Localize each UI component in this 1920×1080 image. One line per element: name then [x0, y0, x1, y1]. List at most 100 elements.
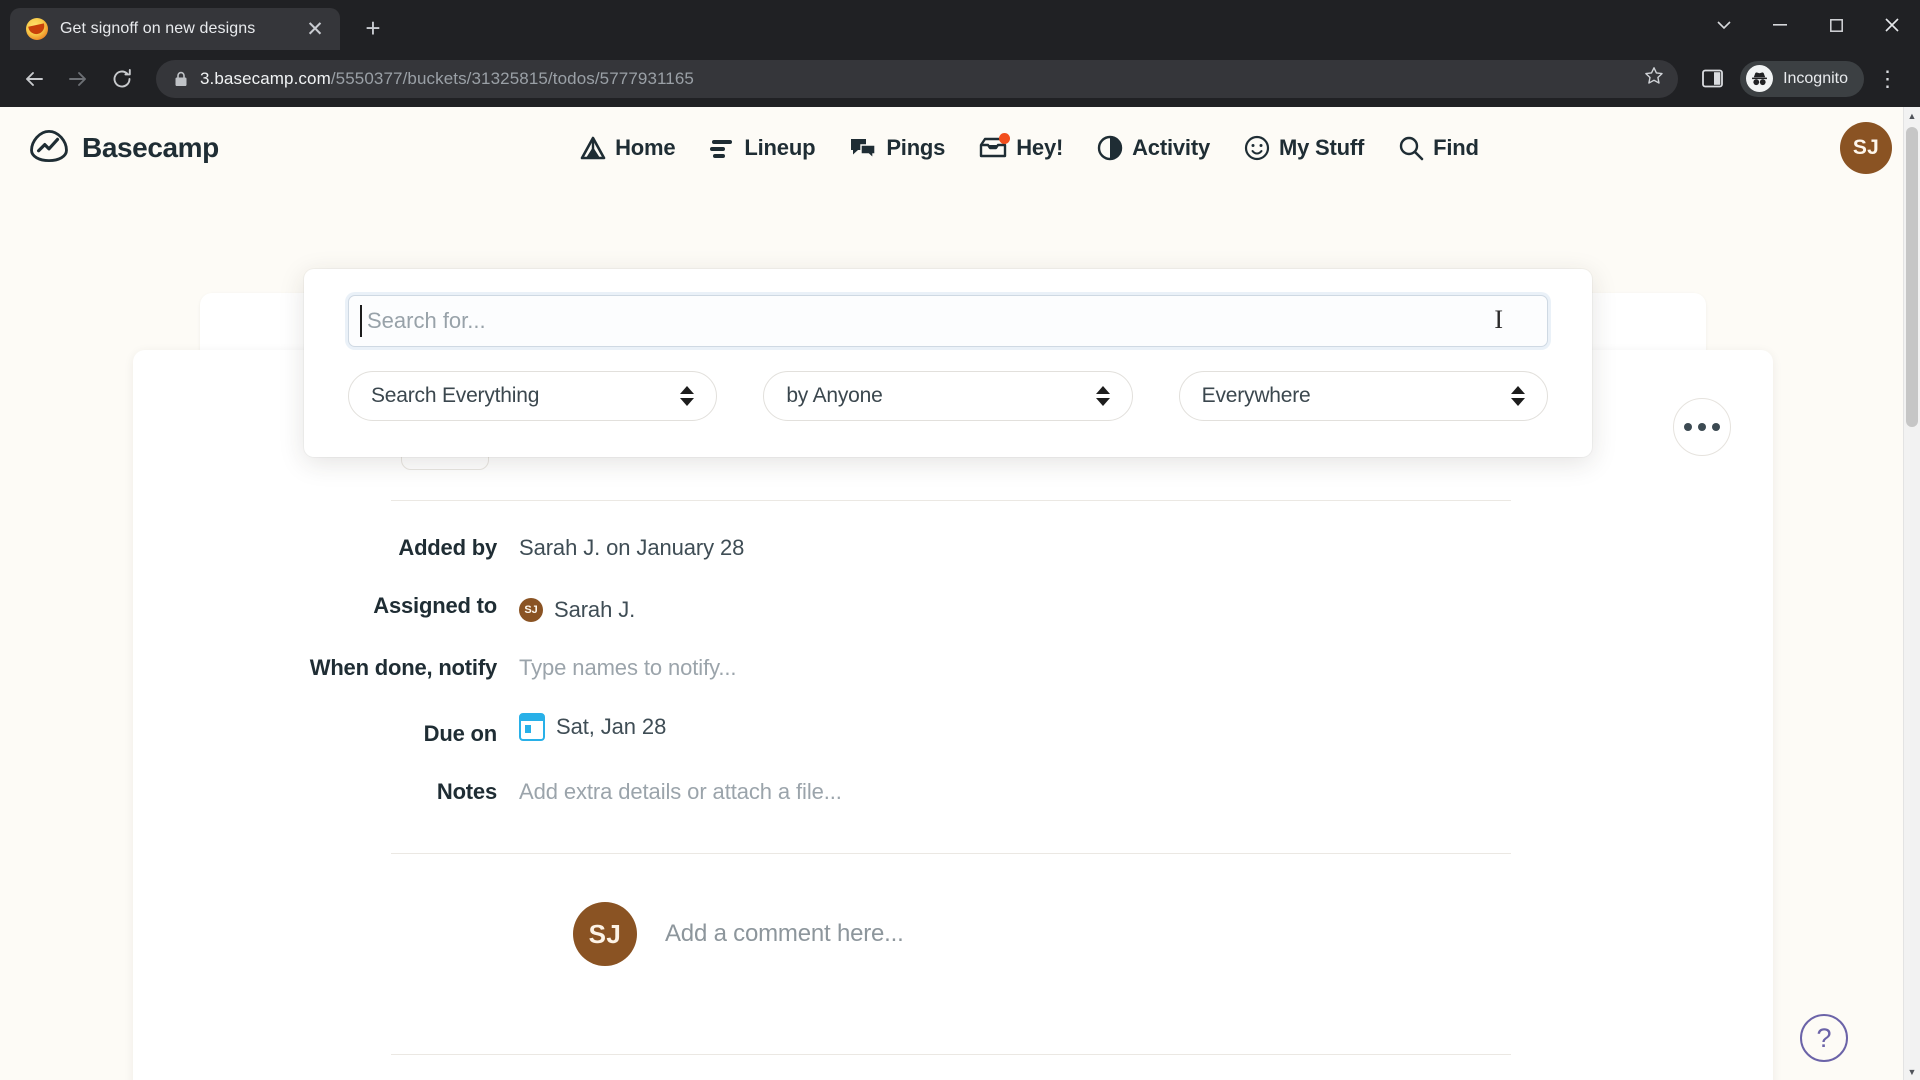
help-button[interactable]: ?: [1800, 1014, 1848, 1062]
reload-button-icon[interactable]: [102, 59, 142, 99]
search-author-select[interactable]: by Anyone: [763, 371, 1133, 421]
window-controls: [1696, 0, 1920, 50]
nav-label: Hey!: [1016, 135, 1064, 160]
back-button-icon[interactable]: [14, 59, 54, 99]
text-cursor-caret: [360, 305, 362, 337]
field-notify: When done, notify Type names to notify..…: [133, 655, 1773, 681]
scroll-up-arrow-icon[interactable]: ▲: [1904, 107, 1920, 124]
tab-title: Get signoff on new designs: [60, 20, 256, 37]
comment-avatar: SJ: [573, 902, 637, 966]
side-panel-icon[interactable]: [1692, 59, 1732, 99]
incognito-indicator[interactable]: Incognito: [1740, 60, 1864, 97]
nav-label: Lineup: [744, 135, 816, 160]
todo-more-options-button[interactable]: [1673, 398, 1731, 456]
url-path: /5550377/buckets/31325815/todos/57779311…: [330, 68, 694, 88]
page-viewport: Basecamp Home Lineup Pings Hey! Activity…: [0, 107, 1920, 1080]
assignee-name: Sarah J.: [554, 597, 636, 622]
field-assigned-to: Assigned to SJ Sarah J.: [133, 593, 1773, 623]
window-minimize-button[interactable]: [1752, 2, 1808, 48]
nav-item-hey[interactable]: Hey!: [979, 133, 1064, 161]
inbox-tray-icon: [979, 133, 1011, 160]
nav-item-find[interactable]: Find: [1398, 135, 1479, 161]
field-value[interactable]: SJ Sarah J.: [519, 597, 635, 623]
basecamp-wordmark: Basecamp: [82, 132, 219, 163]
nav-item-my-stuff[interactable]: My Stuff: [1244, 135, 1364, 161]
search-scope-select[interactable]: Search Everything: [348, 371, 718, 421]
incognito-icon: [1746, 65, 1774, 92]
scrollbar-thumb[interactable]: [1906, 127, 1918, 427]
home-tent-icon: [580, 136, 606, 160]
search-input[interactable]: [348, 295, 1548, 347]
chevron-updown-icon: [680, 386, 695, 406]
new-tab-button[interactable]: +: [354, 9, 392, 47]
comment-input-placeholder[interactable]: Add a comment here...: [665, 920, 904, 948]
calendar-icon: [519, 713, 545, 741]
dot: [1698, 423, 1706, 431]
nav-item-pings[interactable]: Pings: [849, 135, 945, 161]
notes-input[interactable]: Add extra details or attach a file...: [519, 779, 842, 805]
lock-icon: [174, 71, 188, 87]
scroll-down-arrow-icon[interactable]: ▼: [1904, 1063, 1920, 1080]
basecamp-logo[interactable]: Basecamp: [28, 129, 219, 168]
divider: [391, 1054, 1511, 1055]
forward-button-icon[interactable]: [58, 59, 98, 99]
search-input-wrap: I: [348, 295, 1548, 347]
chevron-updown-icon: [1095, 386, 1110, 406]
nav-item-home[interactable]: Home: [580, 135, 676, 161]
due-date-text: Sat, Jan 28: [556, 714, 667, 739]
field-label: When done, notify: [309, 655, 497, 680]
smiley-face-icon: [1244, 135, 1270, 161]
nav-label: Pings: [886, 135, 946, 160]
tab-close-icon[interactable]: ✕: [302, 16, 328, 42]
window-close-button[interactable]: [1864, 2, 1920, 48]
nav-label: Find: [1433, 135, 1479, 160]
browser-toolbar: 3.basecamp.com/5550377/buckets/31325815/…: [0, 50, 1920, 107]
bookmark-star-icon[interactable]: [1644, 66, 1664, 91]
field-notes: Notes Add extra details or attach a file…: [133, 779, 1773, 805]
search-scope-value: Search Everything: [371, 384, 540, 407]
browser-chrome: Get signoff on new designs ✕ + 3.basecam…: [0, 0, 1920, 107]
field-label: Added by: [398, 535, 497, 560]
browser-menu-icon[interactable]: ⋮: [1868, 59, 1908, 99]
dot: [1684, 423, 1692, 431]
mouse-ibeam-cursor: I: [1494, 305, 1503, 334]
notify-placeholder: Type names to notify...: [519, 655, 737, 680]
search-place-value: Everywhere: [1201, 384, 1311, 407]
chat-bubbles-icon: [849, 136, 877, 160]
tab-search-chevron-icon[interactable]: [1696, 2, 1752, 48]
user-avatar[interactable]: SJ: [1840, 122, 1892, 174]
add-comment-row[interactable]: SJ Add a comment here...: [133, 854, 1773, 966]
nav-item-lineup[interactable]: Lineup: [709, 135, 816, 161]
primary-nav: Home Lineup Pings Hey! Activity My Stuff…: [219, 133, 1840, 161]
incognito-label: Incognito: [1783, 69, 1848, 87]
nav-label: Home: [615, 135, 676, 160]
todo-fields: Added by Sarah J. on January 28 Assigned…: [133, 501, 1773, 805]
search-filters: Search Everything by Anyone Everywhere: [348, 371, 1548, 421]
lineup-bars-icon: [709, 137, 735, 159]
field-label: Notes: [436, 779, 497, 804]
field-label: Assigned to: [373, 593, 497, 618]
field-added-by: Added by Sarah J. on January 28: [133, 535, 1773, 561]
todo-detail-card: Complete Get signoff on new designs Adde…: [133, 350, 1773, 1080]
field-due-on: Due on Sat, Jan 28: [133, 713, 1773, 747]
nav-label: My Stuff: [1278, 135, 1365, 160]
notify-input[interactable]: Type names to notify...: [519, 655, 737, 681]
magnifier-icon: [1398, 135, 1424, 161]
tab-strip: Get signoff on new designs ✕ +: [0, 0, 1920, 50]
nav-item-activity[interactable]: Activity: [1097, 135, 1210, 161]
nav-label: Activity: [1132, 135, 1210, 160]
browser-tab[interactable]: Get signoff on new designs ✕: [10, 8, 340, 50]
dot: [1712, 423, 1720, 431]
address-bar[interactable]: 3.basecamp.com/5550377/buckets/31325815/…: [156, 59, 1679, 98]
search-place-select[interactable]: Everywhere: [1178, 371, 1548, 421]
field-value[interactable]: Sat, Jan 28: [519, 713, 666, 741]
search-author-value: by Anyone: [786, 384, 883, 407]
assignee-avatar: SJ: [519, 598, 543, 622]
basecamp-mark-icon: [28, 129, 70, 168]
url-domain: 3.basecamp.com: [200, 68, 331, 88]
window-maximize-button[interactable]: [1808, 2, 1864, 48]
url-text: 3.basecamp.com/5550377/buckets/31325815/…: [200, 69, 1632, 89]
page-scrollbar[interactable]: ▲ ▼: [1903, 107, 1920, 1080]
added-by-text: Sarah J. on January 28: [519, 535, 745, 560]
notes-placeholder: Add extra details or attach a file...: [519, 779, 842, 804]
